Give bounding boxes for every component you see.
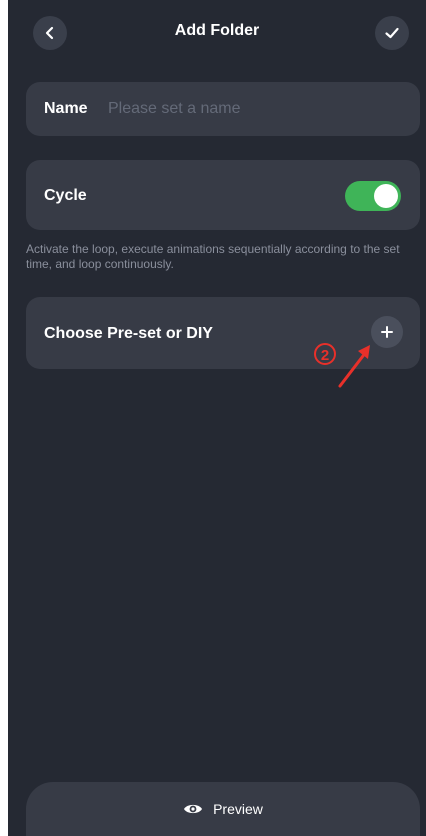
preview-label: Preview: [213, 801, 263, 817]
choose-preset-label: Choose Pre-set or DIY: [44, 325, 213, 342]
annotation-marker-number: 2: [321, 347, 329, 364]
toggle-knob: [374, 184, 398, 208]
check-icon: [385, 27, 399, 39]
confirm-button[interactable]: [375, 16, 409, 50]
name-input[interactable]: [108, 96, 388, 122]
page-title: Add Folder: [174, 22, 260, 39]
eye-icon: [184, 804, 203, 814]
preview-button[interactable]: Preview: [26, 782, 420, 836]
cycle-toggle[interactable]: [345, 181, 401, 211]
top-bar: Add Folder: [8, 0, 426, 68]
name-card: Name: [26, 82, 420, 136]
annotation-arrow: 2: [314, 343, 370, 388]
app-screen: Add Folder Name Cycle Activate the loop,…: [8, 0, 426, 836]
cycle-description: Activate the loop, execute animations se…: [26, 242, 400, 271]
cycle-card: Cycle: [26, 160, 420, 230]
cycle-label: Cycle: [44, 187, 87, 204]
name-label: Name: [44, 100, 88, 117]
